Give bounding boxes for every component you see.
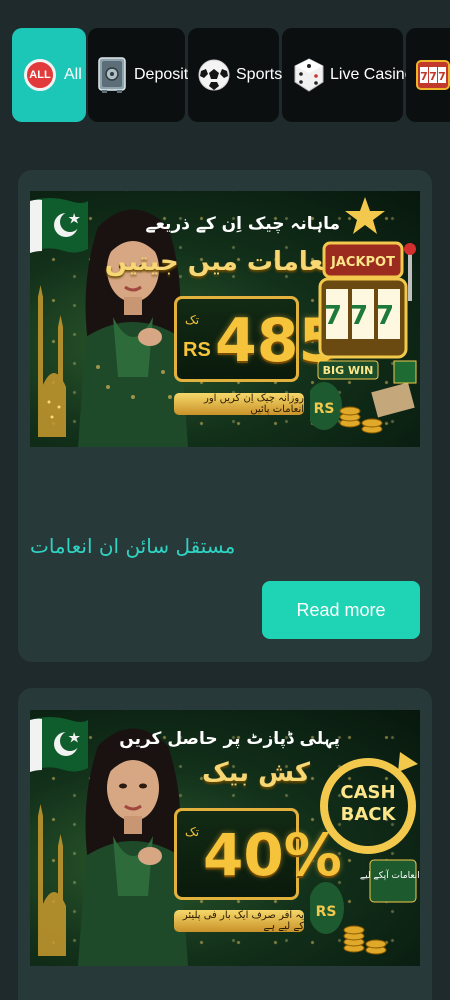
banner-strip: یہ آفر صرف ایک بار فی پلیئر کے لیے ہے: [174, 910, 304, 932]
svg-text:7: 7: [438, 70, 446, 83]
dice-icon: [294, 58, 324, 92]
slot-reels: 777: [324, 301, 402, 331]
banner-amount-box: تک RS 485: [174, 296, 340, 382]
money-bag-label: RS: [316, 904, 337, 920]
tab-all-label: All: [64, 66, 82, 83]
promo-banner-image[interactable]: ماہانہ چیک اِن کے ذریعے انعامات میں جیتی…: [30, 191, 420, 447]
category-tab-bar: ALL All Deposit Sports Live Casino 7 7 7: [0, 0, 450, 150]
tab-all[interactable]: ALL All: [12, 28, 86, 122]
banner-amount-suffix: تک: [185, 825, 200, 839]
promo-card: پہلی ڈپازٹ پر حاصل کریں کش بیک تک 40% یہ…: [18, 688, 432, 1000]
tab-sports[interactable]: Sports: [188, 28, 283, 122]
tab-live-casino-label: Live Casino: [330, 66, 414, 83]
all-badge-icon: ALL: [24, 59, 56, 91]
svg-text:7: 7: [420, 70, 428, 83]
promo-banner-image[interactable]: پہلی ڈپازٹ پر حاصل کریں کش بیک تک 40% یہ…: [30, 710, 420, 966]
banner-strip: روزانہ چیک اِن کریں اور انعامات پائیں: [174, 393, 304, 415]
safe-icon: [98, 57, 126, 93]
banner-amount-suffix: تک: [185, 313, 200, 327]
jackpot-slot-machine-icon: JACKPOT 777 BIG WIN RS: [310, 197, 417, 434]
cashback-top-label: CASH: [340, 782, 395, 803]
tab-deposit-label: Deposit: [134, 66, 189, 83]
jackpot-label: JACKPOT: [330, 255, 395, 270]
banner-amount-box: تک 40%: [174, 808, 342, 900]
read-more-button[interactable]: Read more: [262, 581, 420, 639]
svg-text:7: 7: [429, 70, 437, 83]
tab-live-casino[interactable]: Live Casino: [282, 28, 414, 122]
tab-deposit[interactable]: Deposit: [88, 28, 189, 122]
money-bag-label: RS: [314, 401, 335, 417]
cashback-bottom-label: BACK: [341, 804, 397, 825]
tab-sports-label: Sports: [236, 66, 283, 83]
soccer-ball-icon: [198, 59, 230, 91]
promo-title: مستقل سائن ان انعامات: [30, 534, 236, 558]
wallet-label: انعامات آپکے لیے !: [360, 869, 420, 881]
cashback-icon: CASH BACK انعامات آپکے لیے ! RS: [310, 752, 420, 955]
big-win-label: BIG WIN: [323, 364, 374, 377]
tab-slots[interactable]: 7 7 7: [406, 28, 450, 122]
promo-card: ماہانہ چیک اِن کے ذریعے انعامات میں جیتی…: [18, 170, 432, 662]
slot-machine-icon: 7 7 7: [416, 59, 450, 91]
banner-amount-prefix: RS: [183, 339, 211, 361]
